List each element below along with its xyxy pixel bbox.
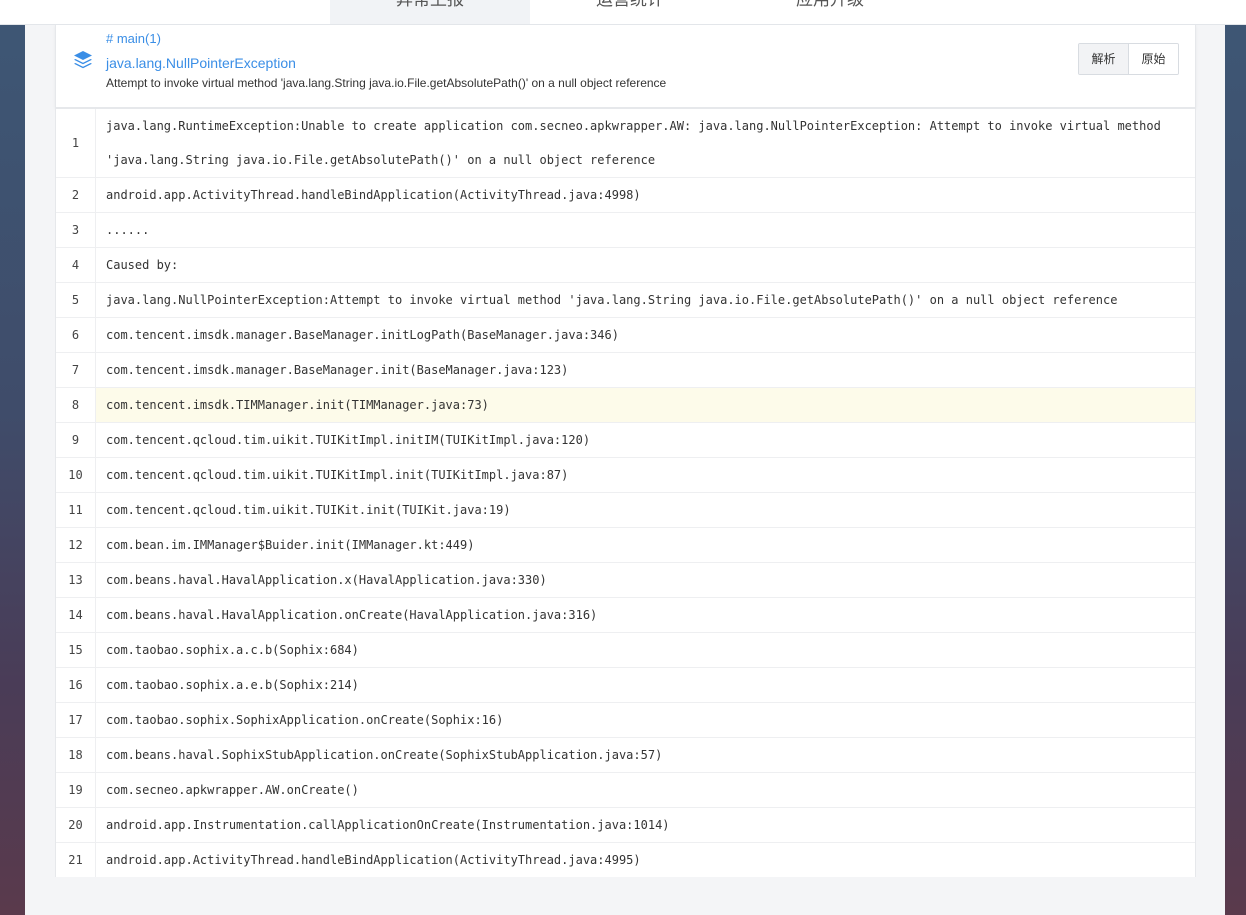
table-row: 10 com.tencent.qcloud.tim.uikit.TUIKitImp… (56, 458, 1195, 493)
line-number: 7 (56, 353, 96, 387)
stack-frame-text: com.tencent.qcloud.tim.uikit.TUIKit.init… (106, 503, 511, 517)
thread-name: # main(1) (106, 31, 161, 46)
table-row: 11 com.tencent.qcloud.tim.uikit.TUIKit.in… (56, 493, 1195, 528)
line-number: 19 (56, 773, 96, 807)
stack-frame-text: com.beans.haval.HavalApplication.x(Haval… (106, 573, 547, 587)
table-row: 17 com.taobao.sophix.SophixApplication.on… (56, 703, 1195, 738)
table-row: 3...... (56, 213, 1195, 248)
line-number: 12 (56, 528, 96, 562)
stack-frame-text: com.beans.haval.HavalApplication.onCreat… (106, 608, 598, 622)
stack-frame-text: com.taobao.sophix.a.e.b(Sophix:214) (106, 678, 359, 692)
content-panel: # main(1) java.lang.NullPointerException… (25, 25, 1225, 915)
stack-frame-text: com.taobao.sophix.SophixApplication.onCr… (106, 713, 504, 727)
line-number: 20 (56, 808, 96, 842)
exception-message: Attempt to invoke virtual method 'java.l… (106, 76, 667, 90)
stack-frame-text: com.tencent.imsdk.manager.BaseManager.in… (106, 328, 619, 342)
parse-button[interactable]: 解析 (1079, 44, 1128, 74)
line-number: 8 (56, 388, 96, 422)
line-number: 1 (56, 109, 96, 177)
table-row: 21 android.app.ActivityThread.handleBindA… (56, 843, 1195, 877)
tab-app-upgrade[interactable]: 应用升级 (730, 0, 930, 24)
line-number: 9 (56, 423, 96, 457)
table-row: 6 com.tencent.imsdk.manager.BaseManager.i… (56, 318, 1195, 353)
line-number: 2 (56, 178, 96, 212)
stack-frame-text: com.taobao.sophix.a.c.b(Sophix:684) (106, 643, 359, 657)
stack-frame-text: java.lang.RuntimeException:Unable to cre… (106, 119, 1169, 167)
line-number: 10 (56, 458, 96, 492)
table-row: 4 Caused by: (56, 248, 1195, 283)
table-row: 18 com.beans.haval.SophixStubApplication.… (56, 738, 1195, 773)
stack-trace-table: 1 java.lang.RuntimeException:Unable to cr… (55, 108, 1196, 877)
table-row: 20 android.app.Instrumentation.callApplic… (56, 808, 1195, 843)
stack-frame-text: Caused by: (106, 258, 179, 272)
table-row: 12 com.bean.im.IMManager$Buider.init(IMMa… (56, 528, 1195, 563)
table-row: 16 com.taobao.sophix.a.e.b(Sophix:214) (56, 668, 1195, 703)
stack-frame-text: com.tencent.imsdk.TIMManager.init(TIMMan… (96, 388, 1195, 422)
stack-frame-text: com.tencent.qcloud.tim.uikit.TUIKitImpl.… (106, 433, 591, 447)
exception-header-card: # main(1) java.lang.NullPointerException… (55, 25, 1196, 108)
stack-frame-text: android.app.ActivityThread.handleBindApp… (106, 188, 641, 202)
table-row: 15 com.taobao.sophix.a.c.b(Sophix:684) (56, 633, 1195, 668)
tab-exception-report[interactable]: 异常上报 (330, 0, 530, 24)
line-number: 18 (56, 738, 96, 772)
line-number: 16 (56, 668, 96, 702)
stack-frame-text: com.tencent.imsdk.manager.BaseManager.in… (106, 363, 569, 377)
exception-type: java.lang.NullPointerException (106, 55, 296, 71)
line-number: 5 (56, 283, 96, 317)
stack-frame-text: android.app.ActivityThread.handleBindApp… (106, 853, 641, 867)
stack-frame-text: ...... (106, 223, 150, 237)
line-number: 21 (56, 843, 96, 877)
stack-frame-text: com.secneo.apkwrapper.AW.onCreate() (106, 783, 359, 797)
stack-frame-text: com.tencent.qcloud.tim.uikit.TUIKitImpl.… (106, 468, 569, 482)
table-row: 2 android.app.ActivityThread.handleBindAp… (56, 178, 1195, 213)
table-row: 19 com.secneo.apkwrapper.AW.onCreate() (56, 773, 1195, 808)
table-row: 5 java.lang.NullPointerException:Attempt … (56, 283, 1195, 318)
line-number: 6 (56, 318, 96, 352)
stack-frame-text: com.bean.im.IMManager$Buider.init(IMMana… (106, 538, 475, 552)
table-row: 8 com.tencent.imsdk.TIMManager.init(TIMMa… (56, 388, 1195, 423)
table-row: 9 com.tencent.qcloud.tim.uikit.TUIKitImpl… (56, 423, 1195, 458)
view-mode-toggle: 解析 原始 (1078, 43, 1179, 75)
line-number: 11 (56, 493, 96, 527)
stack-frame-text: android.app.Instrumentation.callApplicat… (106, 818, 670, 832)
line-number: 17 (56, 703, 96, 737)
table-row: 13 com.beans.haval.HavalApplication.x(Hav… (56, 563, 1195, 598)
table-row: 7 com.tencent.imsdk.manager.BaseManager.i… (56, 353, 1195, 388)
table-row: 1 java.lang.RuntimeException:Unable to cr… (56, 109, 1195, 178)
line-number: 3 (56, 213, 96, 247)
top-nav-bar: 异常上报 运营统计 应用升级 (0, 0, 1246, 25)
line-number: 14 (56, 598, 96, 632)
line-number: 4 (56, 248, 96, 282)
raw-button[interactable]: 原始 (1128, 44, 1178, 74)
tab-operation-stats[interactable]: 运营统计 (530, 0, 730, 24)
line-number: 15 (56, 633, 96, 667)
stack-frame-text: com.beans.haval.SophixStubApplication.on… (106, 748, 663, 762)
stack-frame-text: java.lang.NullPointerException:Attempt t… (106, 293, 1118, 307)
table-row: 14 com.beans.haval.HavalApplication.onCre… (56, 598, 1195, 633)
line-number: 13 (56, 563, 96, 597)
layers-icon (74, 51, 92, 69)
